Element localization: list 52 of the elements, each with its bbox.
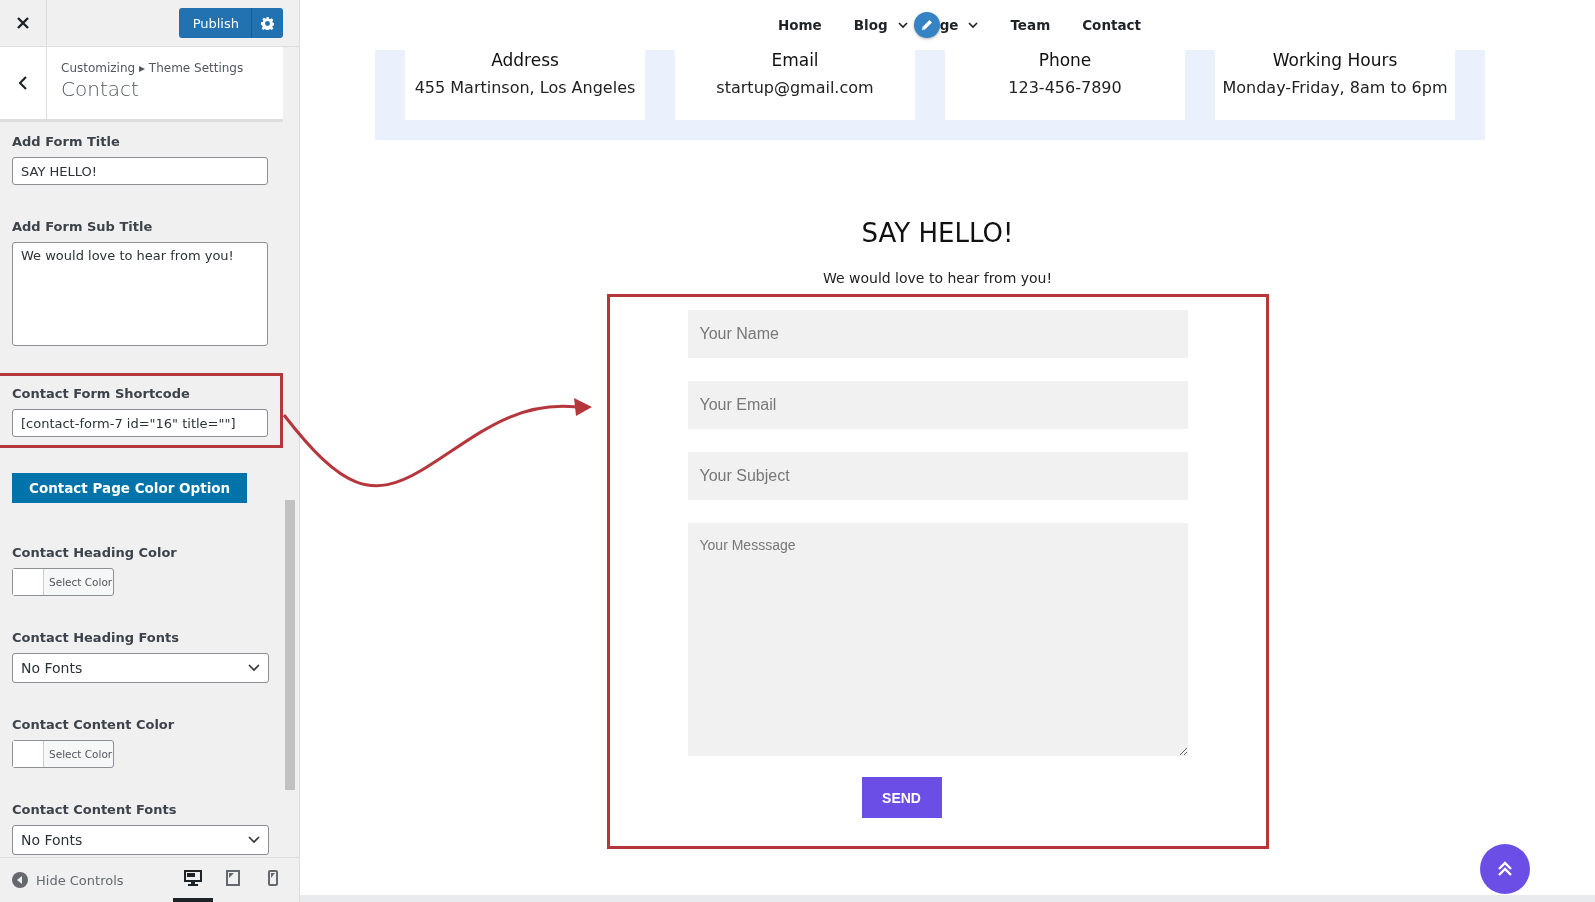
collapse-icon	[12, 872, 28, 888]
chevron-down-icon	[248, 836, 260, 844]
info-heading: Working Hours	[1272, 50, 1398, 70]
select-color-button[interactable]: Select Color	[12, 740, 114, 768]
settings-icon	[261, 16, 274, 30]
field-label: Contact Heading Fonts	[12, 630, 180, 645]
form-title: SAY HELLO!	[861, 218, 1014, 248]
field-label: Contact Heading Color	[12, 545, 178, 560]
info-text: Monday-Friday, 8am to 6pm	[1222, 78, 1448, 97]
nav-link[interactable]: Team	[1010, 17, 1051, 33]
message-field[interactable]: Your Messsage	[687, 523, 1188, 756]
nav-link[interactable]: ge	[939, 17, 959, 33]
field-label: Add Form Sub Title	[12, 219, 154, 234]
hide-controls-button[interactable]: Hide Controls	[12, 872, 124, 888]
field-label: Contact Form Shortcode	[12, 386, 191, 401]
mobile-icon	[268, 870, 278, 886]
text-field[interactable]: SAY HELLO!	[12, 157, 268, 185]
scroll-top-button[interactable]	[1480, 844, 1530, 894]
nav-link[interactable]: Home	[777, 17, 822, 33]
info-heading: Email	[771, 50, 819, 70]
text-field[interactable]: [contact-form-7 id="16" title=""]	[12, 409, 268, 437]
info-text: startup@gmail.com	[716, 78, 874, 97]
color-option-button[interactable]: Contact Page Color Option	[12, 473, 248, 503]
field-label: Contact Content Fonts	[12, 802, 178, 817]
section-title: Contact	[60, 76, 140, 101]
select-color-button[interactable]: Select Color	[12, 568, 114, 596]
desktop-icon	[184, 870, 202, 886]
field-label: Contact Content Color	[12, 717, 176, 732]
send-button[interactable]: SEND	[861, 777, 942, 818]
input-field[interactable]: Your Name	[687, 310, 1188, 358]
chevron-left-icon	[19, 76, 27, 90]
info-heading: Phone	[1038, 50, 1092, 70]
input-field[interactable]: Your Email	[687, 381, 1188, 429]
form-subtitle: We would love to hear from you!	[822, 270, 1053, 286]
double-chevron-up-icon	[1497, 861, 1513, 877]
info-text: 123-456-7890	[1008, 78, 1122, 97]
textarea-field[interactable]: We would love to hear from you!	[12, 242, 268, 346]
info-text: 455 Martinson, Los Angeles	[414, 78, 636, 97]
edit-pencil-icon[interactable]	[913, 12, 940, 38]
breadcrumb: Customizing ▸ Theme Settings	[60, 60, 244, 75]
font-select[interactable]: No Fonts	[12, 825, 269, 855]
chevron-down-icon	[248, 664, 260, 672]
chevron-down-icon	[968, 21, 979, 29]
font-select[interactable]: No Fonts	[12, 653, 269, 683]
nav-link[interactable]: Contact	[1082, 17, 1141, 33]
chevron-down-icon	[897, 21, 908, 29]
tablet-icon	[226, 870, 240, 886]
info-heading: Address	[491, 50, 559, 70]
nav-link[interactable]: Blog	[853, 17, 888, 33]
field-label: Add Form Title	[12, 134, 121, 149]
input-field[interactable]: Your Subject	[687, 452, 1188, 500]
close-icon	[17, 17, 29, 29]
